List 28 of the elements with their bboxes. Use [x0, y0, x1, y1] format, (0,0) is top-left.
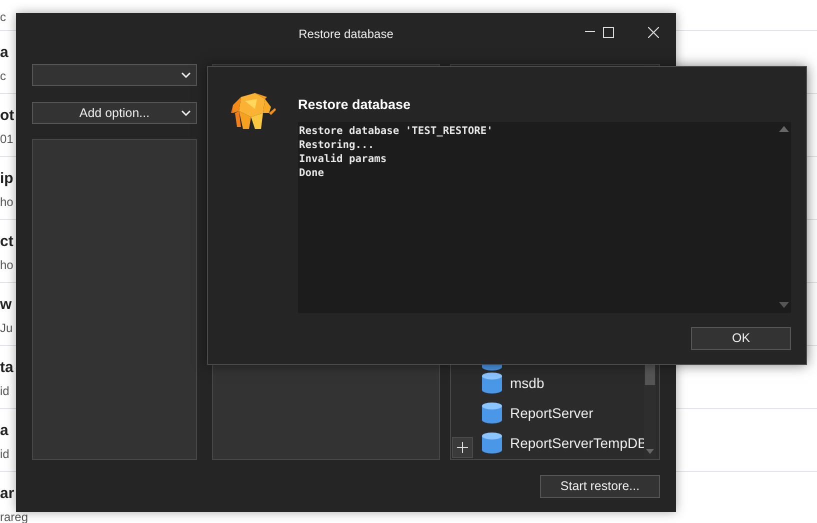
list-item-subtitle: id	[0, 446, 10, 463]
log-line: Done	[299, 166, 324, 180]
list-item-subtitle: id	[0, 383, 10, 400]
log-line: Invalid params	[299, 152, 387, 166]
window-title: Restore database	[298, 26, 394, 43]
dialog-title: Restore database	[298, 96, 411, 114]
log-line: Restore database 'TEST_RESTORE'	[299, 124, 493, 138]
start-restore-button[interactable]: Start restore...	[540, 475, 660, 498]
log-line: Restoring...	[299, 138, 374, 152]
list-item-title: ot	[0, 106, 14, 126]
database-item[interactable]: msdb	[451, 368, 659, 398]
database-item[interactable]: ReportServerTempDB	[451, 428, 659, 458]
database-item[interactable]: ReportServer	[451, 398, 659, 428]
add-option-dropdown[interactable]: Add option...	[32, 102, 197, 124]
list-item-title: ip	[0, 169, 14, 189]
list-item-subtitle: ho	[0, 257, 14, 274]
list-item-title: ct	[0, 232, 14, 252]
list-item-subtitle: c	[0, 9, 6, 26]
list-item-title: ta	[0, 358, 14, 378]
list-item-title: a	[0, 421, 8, 441]
list-item-subtitle: Ju	[0, 320, 13, 337]
list-item-subtitle: 01	[0, 131, 14, 148]
list-item-title: a	[0, 43, 8, 63]
ok-button[interactable]: OK	[691, 327, 791, 350]
list-item-subtitle: c	[0, 68, 6, 85]
list-item-subtitle: ho	[0, 194, 14, 211]
list-item-title: ar	[0, 484, 14, 504]
list-item-title: w	[0, 295, 12, 315]
